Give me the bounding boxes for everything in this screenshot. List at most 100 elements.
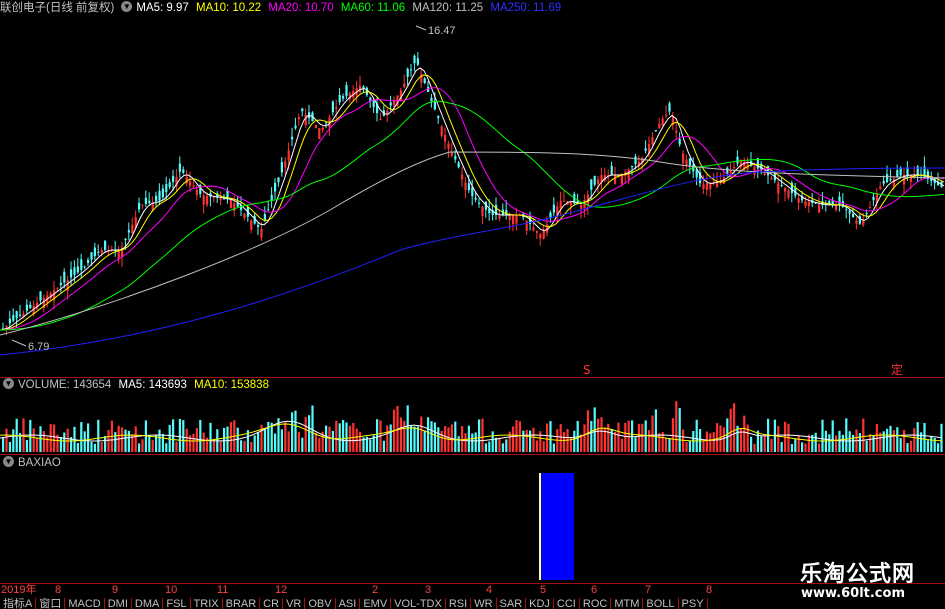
volume-bar	[705, 431, 708, 452]
volume-bar	[563, 432, 566, 452]
volume-bar	[896, 427, 899, 452]
volume-bar	[678, 408, 681, 452]
candlestick-chart[interactable]: 16.47 6.79 S 定	[0, 0, 945, 609]
candle-body	[90, 252, 93, 260]
volume-bar	[889, 425, 892, 452]
volume-bar	[501, 443, 504, 452]
candle-body	[331, 101, 334, 113]
candle-body	[195, 189, 198, 196]
candle-body	[658, 123, 661, 129]
candle-body	[314, 124, 317, 129]
volume-bar	[301, 437, 304, 452]
chevron-down-icon[interactable]: ▼	[3, 456, 14, 468]
volume-bar	[495, 437, 498, 452]
volume-bar	[134, 426, 137, 452]
volume-bar	[386, 425, 389, 452]
tab-vr[interactable]: VR	[283, 598, 306, 609]
candle-body	[345, 84, 348, 96]
tab-emv[interactable]: EMV	[360, 598, 392, 609]
volume-bar	[297, 431, 300, 452]
volume-bar	[369, 439, 372, 452]
volume-bar	[862, 418, 865, 452]
candle-body	[862, 220, 865, 226]
candle-body	[512, 215, 515, 225]
tab-asi[interactable]: ASI	[336, 598, 361, 609]
volume-bar	[886, 428, 889, 452]
candle-body	[100, 250, 103, 254]
ma120-line	[0, 151, 945, 336]
tab-rsi[interactable]: RSI	[446, 598, 472, 609]
volume-bar	[542, 441, 545, 452]
volume-bar	[607, 423, 610, 452]
candle-body	[508, 215, 511, 220]
volume-ma5-label: MA5: 143693	[118, 379, 187, 391]
volume-bar	[97, 419, 100, 452]
volume-bar	[529, 430, 532, 452]
candle-body	[627, 169, 630, 180]
volume-bar	[668, 438, 671, 452]
volume-bar	[488, 441, 491, 452]
volume-bar	[59, 437, 62, 452]
candle-body	[892, 178, 895, 187]
volume-bar	[430, 421, 433, 452]
volume-bar	[178, 418, 181, 452]
tab-indicator-a[interactable]: 指标A	[0, 598, 37, 609]
candle-body	[644, 148, 647, 151]
tab-fsl[interactable]: FSL	[163, 598, 191, 609]
volume-bar	[76, 443, 79, 452]
candle-body	[274, 182, 277, 192]
candle-body	[25, 304, 28, 311]
tab-brar[interactable]: BRAR	[223, 598, 261, 609]
candle-body	[263, 214, 266, 220]
volume-bar	[838, 430, 841, 452]
volume-bar	[709, 433, 712, 452]
candle-body	[124, 238, 127, 241]
volume-bar	[32, 428, 35, 452]
candle-body	[454, 156, 457, 160]
tab-window[interactable]: 窗口	[36, 598, 66, 609]
tab-mtm[interactable]: MTM	[611, 598, 644, 609]
candle-body	[410, 69, 413, 71]
time-label: 12	[275, 584, 288, 596]
volume-bar	[899, 438, 902, 452]
tab-cr[interactable]: CR	[260, 598, 284, 609]
candle-body	[212, 197, 215, 199]
tab-boll[interactable]: BOLL	[643, 598, 679, 609]
candle-body	[886, 174, 889, 182]
volume-bar	[464, 433, 467, 452]
volume-bar	[600, 417, 603, 452]
tab-wr[interactable]: WR	[471, 598, 497, 609]
candle-body	[440, 126, 443, 136]
candle-body	[294, 125, 297, 129]
tab-cci[interactable]: CCI	[554, 598, 580, 609]
volume-bar	[90, 441, 93, 452]
volume-bar	[848, 431, 851, 452]
volume-bar	[25, 440, 28, 452]
tab-sar[interactable]: SAR	[497, 598, 527, 609]
volume-bar	[801, 442, 804, 452]
chevron-down-icon[interactable]: ▼	[3, 378, 14, 390]
tab-roc[interactable]: ROC	[580, 598, 612, 609]
time-label: 10	[165, 584, 178, 596]
tab-macd[interactable]: MACD	[65, 598, 105, 609]
volume-bar	[311, 405, 314, 452]
volume-bar	[546, 423, 549, 452]
volume-bar	[199, 420, 202, 452]
tab-vol-tdx[interactable]: VOL-TDX	[391, 598, 446, 609]
volume-bar	[461, 426, 464, 452]
tab-dma[interactable]: DMA	[132, 598, 164, 609]
volume-bar	[818, 443, 821, 452]
time-label: 2	[372, 584, 379, 596]
low-price-label: 6.79	[28, 341, 49, 353]
volume-bar	[304, 416, 307, 452]
volume-bar	[107, 429, 110, 452]
tab-dmi[interactable]: DMI	[105, 598, 132, 609]
tab-psy[interactable]: PSY	[679, 598, 708, 609]
candle-body	[389, 102, 392, 106]
volume-bar	[637, 423, 640, 452]
volume-bar	[903, 429, 906, 452]
tab-obv[interactable]: OBV	[305, 598, 336, 609]
tab-kdj[interactable]: KDJ	[526, 598, 554, 609]
tab-trix[interactable]: TRIX	[191, 598, 223, 609]
volume-bar	[651, 415, 654, 452]
